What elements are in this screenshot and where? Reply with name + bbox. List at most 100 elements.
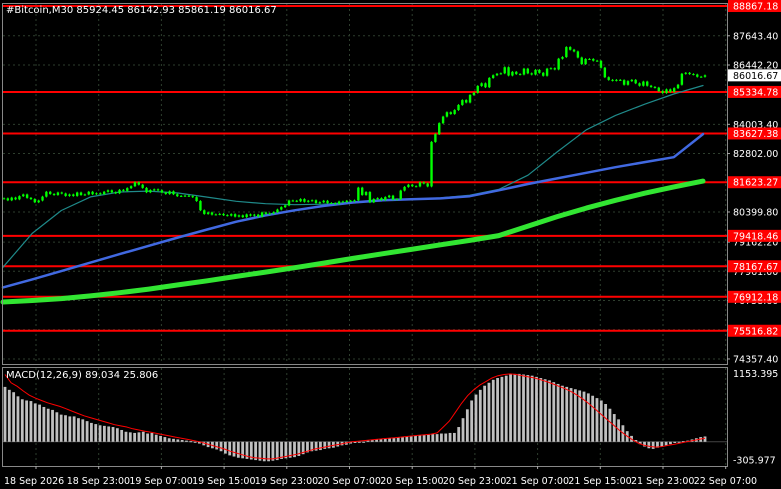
- macd-bar: [55, 412, 59, 442]
- macd-bar: [16, 396, 20, 442]
- macd-tick-label: 1153.395: [733, 369, 778, 380]
- candle-body: [665, 89, 668, 94]
- candle-body: [210, 212, 214, 215]
- candle-body: [361, 187, 364, 195]
- x-tick-label: 18 Sep 23:00: [67, 476, 130, 487]
- candle-body: [33, 199, 37, 203]
- macd-bar: [7, 389, 11, 442]
- macd-bar: [383, 438, 387, 442]
- candle-body: [199, 201, 202, 211]
- chart-window[interactable]: 87643.40 86442.20 84003.40 82802.00 80399.80…: [0, 0, 781, 489]
- candle-body: [187, 195, 191, 197]
- candle-body: [137, 182, 141, 185]
- macd-bar: [556, 383, 560, 442]
- x-tick-label: 20 Sep 15:00: [380, 476, 443, 487]
- candle-body: [237, 215, 241, 217]
- x-tick-label: 18 Sep 2026: [4, 476, 64, 487]
- chart-background: [0, 0, 781, 489]
- macd-bar: [176, 439, 180, 442]
- macd-bar: [431, 434, 435, 442]
- macd-bar: [444, 433, 448, 442]
- candle-body: [307, 200, 310, 202]
- macd-bar: [664, 441, 668, 446]
- macd-bar: [422, 434, 426, 442]
- candle-body: [153, 189, 156, 191]
- candle-body: [257, 214, 260, 217]
- macd-bar: [491, 379, 495, 442]
- candle-body: [341, 201, 345, 203]
- candle-body: [226, 215, 229, 217]
- candle-body: [129, 186, 133, 189]
- candle-body: [195, 197, 198, 202]
- candle-body: [203, 210, 206, 214]
- macd-bar: [137, 432, 141, 442]
- candle-body: [476, 85, 479, 93]
- macd-bar: [543, 379, 547, 442]
- candle-body: [507, 67, 510, 76]
- candle-body: [553, 68, 556, 70]
- candle-body: [649, 85, 653, 87]
- macd-bar: [81, 419, 85, 442]
- candle-body: [357, 187, 360, 201]
- candle-body: [526, 68, 530, 74]
- macd-bar: [64, 415, 67, 442]
- candle-body: [646, 81, 649, 86]
- candle-body: [561, 57, 564, 59]
- macd-bar: [146, 433, 149, 442]
- candle-body: [368, 192, 372, 203]
- candle-body: [45, 191, 48, 197]
- candle-body: [168, 191, 171, 194]
- x-tick-label: 21 Sep 23:00: [631, 476, 694, 487]
- macd-bar: [150, 432, 154, 442]
- x-tick-label: 20 Sep 23:00: [443, 476, 506, 487]
- macd-bar: [33, 403, 37, 442]
- candle-body: [457, 104, 460, 111]
- candle-body: [453, 110, 456, 114]
- level-tag-label: 83627.38: [733, 129, 778, 140]
- macd-bar: [72, 416, 76, 442]
- candle-body: [480, 83, 483, 86]
- macd-bar: [90, 422, 93, 442]
- candle-body: [588, 58, 591, 60]
- macd-bar: [522, 374, 525, 442]
- macd-bar: [578, 390, 582, 442]
- macd-bar: [180, 440, 184, 442]
- candle-body: [241, 215, 245, 218]
- candle-body: [449, 112, 452, 114]
- macd-bar: [120, 429, 124, 442]
- candle-body: [422, 182, 426, 184]
- macd-bar: [38, 404, 41, 442]
- y-tick-label: 87643.40: [733, 31, 778, 42]
- y-tick-label: 74357.40: [733, 354, 778, 365]
- candle-body: [260, 212, 264, 217]
- chart-canvas[interactable]: 87643.4086442.2084003.4082802.0080399.80…: [0, 0, 781, 489]
- macd-bar: [535, 376, 538, 442]
- macd-bar: [107, 426, 111, 442]
- candle-body: [68, 194, 71, 196]
- candle-body: [703, 75, 707, 77]
- candle-body: [403, 186, 406, 191]
- macd-bar: [591, 395, 595, 442]
- macd-bar: [500, 376, 504, 442]
- x-tick-label: 19 Sep 15:00: [192, 476, 255, 487]
- candle-body: [657, 87, 660, 92]
- candle-body: [545, 68, 549, 76]
- candle-body: [276, 209, 279, 213]
- macd-bar: [586, 393, 590, 442]
- macd-bar: [163, 437, 167, 442]
- candle-body: [434, 134, 437, 142]
- candle-body: [29, 197, 33, 200]
- level-tag-label: 75516.82: [733, 326, 778, 337]
- candle-body: [676, 84, 680, 89]
- candle-body: [572, 49, 576, 52]
- candle-body: [268, 213, 271, 215]
- candle-body: [114, 192, 117, 194]
- macd-bar: [448, 432, 452, 442]
- candle-body: [10, 197, 13, 201]
- candle-body: [149, 190, 152, 193]
- macd-bar: [241, 441, 245, 459]
- level-tag-label: 79418.46: [733, 231, 778, 242]
- candle-body: [461, 100, 464, 105]
- macd-bar: [595, 398, 599, 442]
- macd-bar: [215, 441, 219, 450]
